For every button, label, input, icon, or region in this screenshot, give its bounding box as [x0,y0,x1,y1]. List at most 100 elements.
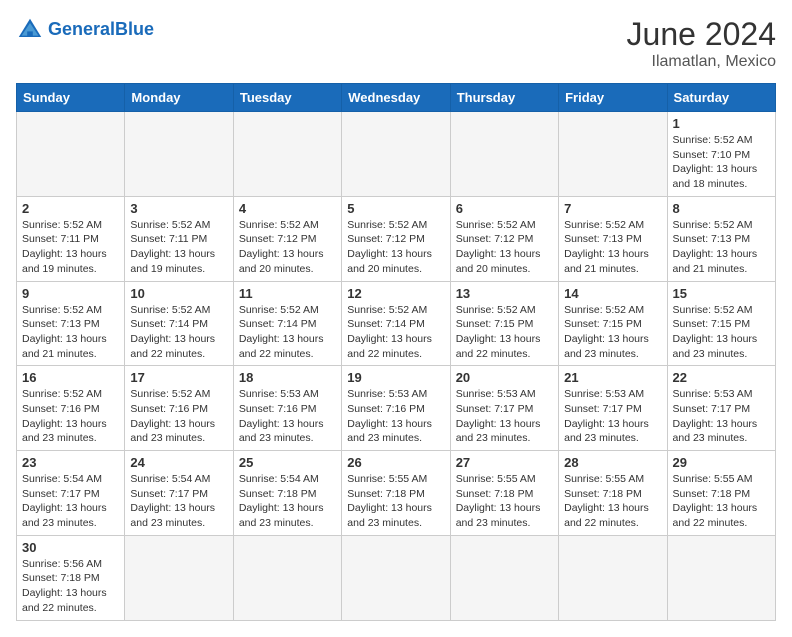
day-info: Sunrise: 5:55 AM Sunset: 7:18 PM Dayligh… [347,472,444,531]
day-number: 10 [130,286,227,301]
calendar-cell: 25 Sunrise: 5:54 AM Sunset: 7:18 PM Dayli… [233,451,341,536]
day-number: 7 [564,201,661,216]
calendar-cell: 12Sunrise: 5:52 AM Sunset: 7:14 PM Dayli… [342,281,450,366]
day-number: 5 [347,201,444,216]
day-number: 30 [22,540,119,555]
calendar-cell: 3 Sunrise: 5:52 AM Sunset: 7:11 PM Daylig… [125,196,233,281]
title-block: June 2024 Ilamatlan, Mexico [627,16,776,71]
calendar-cell: 10Sunrise: 5:52 AM Sunset: 7:14 PM Dayli… [125,281,233,366]
day-number: 1 [673,116,770,131]
logo-blue: Blue [115,19,154,39]
day-number: 29 [673,455,770,470]
day-header-wednesday: Wednesday [342,84,450,112]
day-info: Sunrise: 5:52 AM Sunset: 7:12 PM Dayligh… [239,218,336,277]
day-header-monday: Monday [125,84,233,112]
day-number: 23 [22,455,119,470]
calendar-cell: 14 Sunrise: 5:52 AM Sunset: 7:15 PM Dayli… [559,281,667,366]
calendar-cell [342,535,450,620]
calendar-cell [233,112,341,197]
calendar-cell: 30 Sunrise: 5:56 AM Sunset: 7:18 PM Dayli… [17,535,125,620]
day-info: Sunrise: 5:52 AM Sunset: 7:11 PM Dayligh… [130,218,227,277]
day-number: 25 [239,455,336,470]
calendar-cell: 2Sunrise: 5:52 AM Sunset: 7:11 PM Daylig… [17,196,125,281]
day-number: 12 [347,286,444,301]
calendar-cell: 22 Sunrise: 5:53 AM Sunset: 7:17 PM Dayli… [667,366,775,451]
day-info: Sunrise: 5:52 AM Sunset: 7:15 PM Dayligh… [456,303,553,362]
day-info: Sunrise: 5:52 AM Sunset: 7:13 PM Dayligh… [673,218,770,277]
day-info: Sunrise: 5:53 AM Sunset: 7:17 PM Dayligh… [673,387,770,446]
calendar-week-5: 30 Sunrise: 5:56 AM Sunset: 7:18 PM Dayli… [17,535,776,620]
day-number: 27 [456,455,553,470]
day-info: Sunrise: 5:53 AM Sunset: 7:17 PM Dayligh… [564,387,661,446]
calendar-cell: 4Sunrise: 5:52 AM Sunset: 7:12 PM Daylig… [233,196,341,281]
day-number: 6 [456,201,553,216]
day-header-tuesday: Tuesday [233,84,341,112]
calendar-header-row: SundayMondayTuesdayWednesdayThursdayFrid… [17,84,776,112]
day-info: Sunrise: 5:52 AM Sunset: 7:12 PM Dayligh… [347,218,444,277]
calendar-cell: 8 Sunrise: 5:52 AM Sunset: 7:13 PM Daylig… [667,196,775,281]
day-number: 3 [130,201,227,216]
day-info: Sunrise: 5:53 AM Sunset: 7:16 PM Dayligh… [347,387,444,446]
day-number: 9 [22,286,119,301]
day-number: 24 [130,455,227,470]
day-header-sunday: Sunday [17,84,125,112]
logo: GeneralBlue [16,16,154,44]
calendar-cell: 28Sunrise: 5:55 AM Sunset: 7:18 PM Dayli… [559,451,667,536]
day-number: 8 [673,201,770,216]
day-info: Sunrise: 5:52 AM Sunset: 7:13 PM Dayligh… [22,303,119,362]
day-number: 2 [22,201,119,216]
logo-general: General [48,19,115,39]
calendar-cell [450,535,558,620]
day-info: Sunrise: 5:52 AM Sunset: 7:16 PM Dayligh… [130,387,227,446]
day-number: 11 [239,286,336,301]
logo-text: GeneralBlue [48,20,154,40]
calendar-cell [233,535,341,620]
calendar-cell: 29Sunrise: 5:55 AM Sunset: 7:18 PM Dayli… [667,451,775,536]
day-info: Sunrise: 5:52 AM Sunset: 7:16 PM Dayligh… [22,387,119,446]
calendar-cell [342,112,450,197]
day-number: 21 [564,370,661,385]
calendar-cell [559,112,667,197]
calendar-cell: 26Sunrise: 5:55 AM Sunset: 7:18 PM Dayli… [342,451,450,536]
day-info: Sunrise: 5:54 AM Sunset: 7:17 PM Dayligh… [22,472,119,531]
day-number: 18 [239,370,336,385]
calendar-cell [125,535,233,620]
day-info: Sunrise: 5:54 AM Sunset: 7:18 PM Dayligh… [239,472,336,531]
calendar-cell: 21 Sunrise: 5:53 AM Sunset: 7:17 PM Dayli… [559,366,667,451]
day-info: Sunrise: 5:54 AM Sunset: 7:17 PM Dayligh… [130,472,227,531]
calendar-cell: 7 Sunrise: 5:52 AM Sunset: 7:13 PM Daylig… [559,196,667,281]
logo-icon [16,16,44,44]
calendar-cell: 27Sunrise: 5:55 AM Sunset: 7:18 PM Dayli… [450,451,558,536]
day-info: Sunrise: 5:55 AM Sunset: 7:18 PM Dayligh… [564,472,661,531]
calendar-cell: 13 Sunrise: 5:52 AM Sunset: 7:15 PM Dayli… [450,281,558,366]
day-number: 13 [456,286,553,301]
day-info: Sunrise: 5:52 AM Sunset: 7:13 PM Dayligh… [564,218,661,277]
day-info: Sunrise: 5:53 AM Sunset: 7:17 PM Dayligh… [456,387,553,446]
month-year: June 2024 [627,16,776,53]
day-number: 15 [673,286,770,301]
calendar-cell: 16 Sunrise: 5:52 AM Sunset: 7:16 PM Dayli… [17,366,125,451]
day-info: Sunrise: 5:52 AM Sunset: 7:15 PM Dayligh… [564,303,661,362]
day-info: Sunrise: 5:52 AM Sunset: 7:14 PM Dayligh… [239,303,336,362]
day-header-friday: Friday [559,84,667,112]
day-header-thursday: Thursday [450,84,558,112]
day-number: 16 [22,370,119,385]
calendar-cell [667,535,775,620]
day-info: Sunrise: 5:52 AM Sunset: 7:15 PM Dayligh… [673,303,770,362]
calendar-cell: 20 Sunrise: 5:53 AM Sunset: 7:17 PM Dayli… [450,366,558,451]
calendar-cell: 11 Sunrise: 5:52 AM Sunset: 7:14 PM Dayli… [233,281,341,366]
calendar-cell [450,112,558,197]
calendar-cell: 9 Sunrise: 5:52 AM Sunset: 7:13 PM Daylig… [17,281,125,366]
day-number: 22 [673,370,770,385]
day-info: Sunrise: 5:56 AM Sunset: 7:18 PM Dayligh… [22,557,119,616]
day-number: 14 [564,286,661,301]
calendar-cell: 1Sunrise: 5:52 AM Sunset: 7:10 PM Daylig… [667,112,775,197]
day-info: Sunrise: 5:52 AM Sunset: 7:12 PM Dayligh… [456,218,553,277]
calendar-cell: 24 Sunrise: 5:54 AM Sunset: 7:17 PM Dayli… [125,451,233,536]
page-header: GeneralBlue June 2024 Ilamatlan, Mexico [16,16,776,71]
calendar-week-3: 16 Sunrise: 5:52 AM Sunset: 7:16 PM Dayli… [17,366,776,451]
day-number: 20 [456,370,553,385]
calendar-cell: 5 Sunrise: 5:52 AM Sunset: 7:12 PM Daylig… [342,196,450,281]
calendar-cell: 23 Sunrise: 5:54 AM Sunset: 7:17 PM Dayli… [17,451,125,536]
day-header-saturday: Saturday [667,84,775,112]
